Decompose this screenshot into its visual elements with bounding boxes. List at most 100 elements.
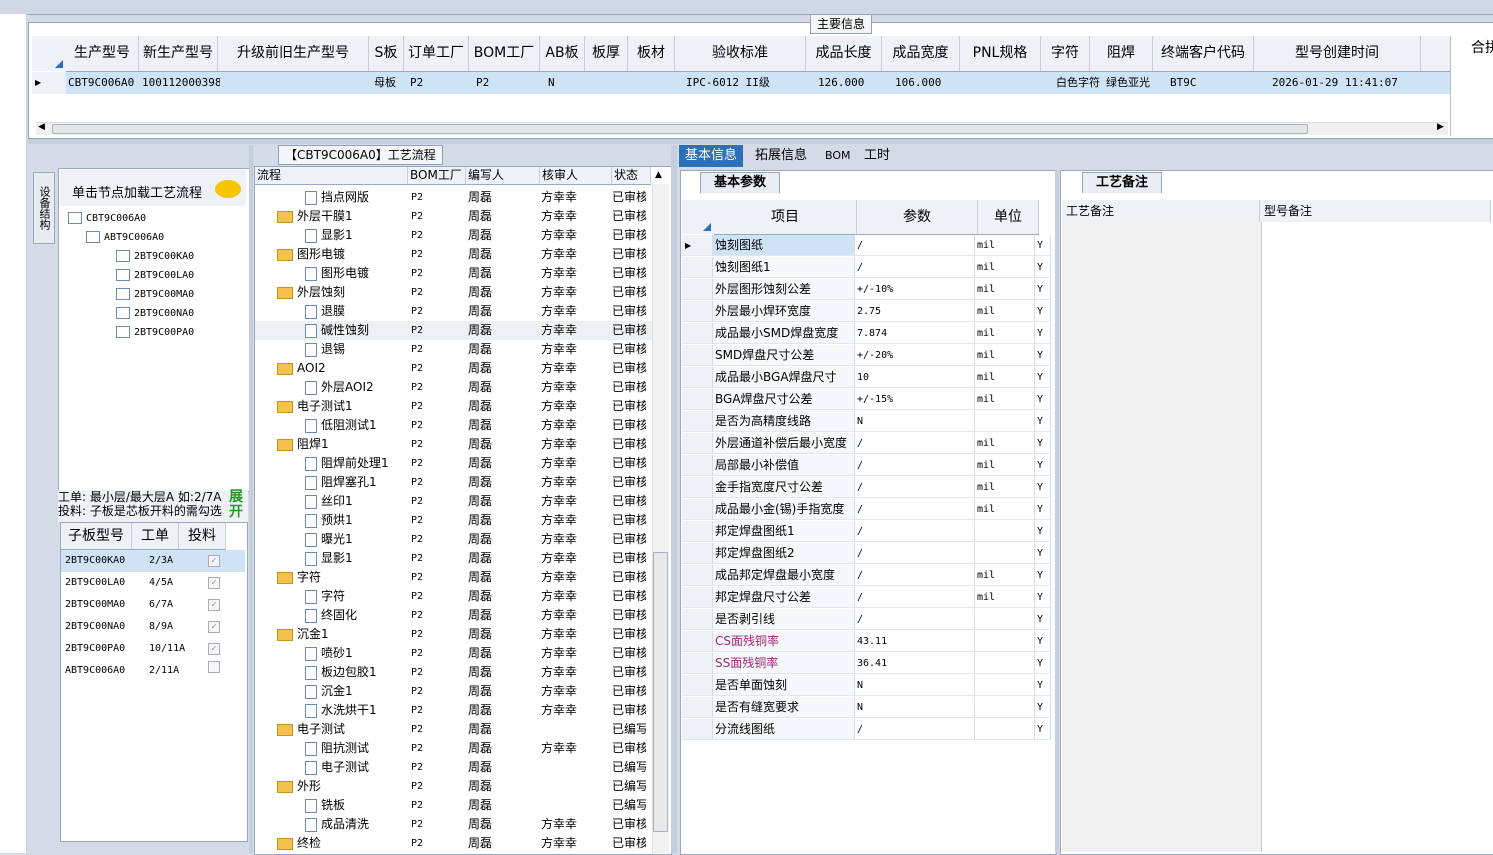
flow-row[interactable]: 曝光1 P2 周磊 方幸幸 已审核 <box>255 530 652 549</box>
param-row[interactable]: 分流线图纸 / Y <box>682 719 1051 741</box>
param-value-cell[interactable]: / <box>855 565 975 586</box>
flow-row[interactable]: 外层AOI2 P2 周磊 方幸幸 已审核 <box>255 378 652 397</box>
flow-row[interactable]: 板边包胶1 P2 周磊 方幸幸 已审核 <box>255 663 652 682</box>
param-value-cell[interactable]: N <box>855 697 975 718</box>
sub-grid-row[interactable]: 2BT9C00KA0 2/3A ✓ <box>61 550 245 572</box>
row-indicator[interactable]: ▶ <box>32 72 69 94</box>
main-cell[interactable]: P2 <box>474 72 546 94</box>
main-col-header[interactable]: 成品宽度 <box>882 36 960 71</box>
main-col-header[interactable]: 字符 <box>1041 36 1090 71</box>
row-indicator[interactable] <box>682 279 713 300</box>
row-indicator[interactable] <box>682 543 713 564</box>
param-value-cell[interactable]: / <box>855 235 975 256</box>
main-col-header[interactable]: 终端客户代码 <box>1153 36 1254 71</box>
param-value-cell[interactable]: N <box>855 411 975 432</box>
param-value-cell[interactable]: / <box>855 455 975 476</box>
sub-check-cell[interactable]: ✓ <box>191 616 237 638</box>
row-indicator[interactable] <box>682 675 713 696</box>
expand-button[interactable]: 展开 <box>228 490 244 522</box>
flow-row[interactable]: 外层干膜1 P2 周磊 方幸幸 已审核 <box>255 207 652 226</box>
flow-row[interactable]: 铣板 P2 周磊 已编写 <box>255 796 652 815</box>
sub-check-cell[interactable]: ✓ <box>191 594 237 616</box>
flow-col-header[interactable]: 核审人 <box>540 167 612 184</box>
row-indicator[interactable] <box>682 411 713 432</box>
remarks-title[interactable]: 工艺备注 <box>1082 172 1162 193</box>
param-row[interactable]: 成品最小金(锡)手指宽度 / mil Y <box>682 499 1051 521</box>
param-row[interactable]: SMD焊盘尺寸公差 +/-20% mil Y <box>682 345 1051 367</box>
flow-row[interactable]: AOI2 P2 周磊 方幸幸 已审核 <box>255 359 652 378</box>
param-value-cell[interactable]: / <box>855 521 975 542</box>
param-value-cell[interactable]: / <box>855 477 975 498</box>
flow-row[interactable]: 退膜 P2 周磊 方幸幸 已审核 <box>255 302 652 321</box>
flow-row[interactable]: 阻抗测试 P2 周磊 方幸幸 已审核 <box>255 739 652 758</box>
flow-row[interactable]: 预烘1 P2 周磊 方幸幸 已审核 <box>255 511 652 530</box>
tab-basic-info[interactable]: 基本信息 <box>679 145 744 167</box>
flow-row[interactable]: 字符 P2 周磊 方幸幸 已审核 <box>255 568 652 587</box>
param-value-cell[interactable]: +/-15% <box>855 389 975 410</box>
flow-row[interactable]: 碱性蚀刻 P2 周磊 方幸幸 已审核 <box>255 321 652 340</box>
main-grid-row[interactable]: CBT9C006A010011200039836母板P2P2NIPC-6012 … <box>66 72 1450 94</box>
main-cell[interactable]: N <box>546 72 592 94</box>
sub-col-header[interactable]: 子板型号 <box>61 523 132 549</box>
flow-row[interactable]: 显影1 P2 周磊 方幸幸 已审核 <box>255 226 652 245</box>
param-value-cell[interactable]: 43.11 <box>855 631 975 652</box>
flow-row[interactable]: 沉金1 P2 周磊 方幸幸 已审核 <box>255 625 652 644</box>
row-indicator[interactable] <box>682 257 713 278</box>
param-row[interactable]: 是否单面蚀刻 N Y <box>682 675 1051 697</box>
row-indicator[interactable] <box>682 631 713 652</box>
main-cell[interactable]: P2 <box>408 72 474 94</box>
sub-grid-row[interactable]: 2BT9C00NA0 8/9A ✓ <box>61 616 245 638</box>
sub-grid-row[interactable]: ABT9C006A0 2/11A <box>61 660 245 682</box>
param-value-cell[interactable]: N <box>855 675 975 696</box>
row-indicator[interactable] <box>682 301 713 322</box>
main-col-header[interactable]: 板厚 <box>585 36 628 71</box>
param-value-cell[interactable]: / <box>855 587 975 608</box>
sub-col-header[interactable]: 投料 <box>179 523 226 549</box>
sub-grid-row[interactable]: 2BT9C00LA0 4/5A ✓ <box>61 572 245 594</box>
main-cell[interactable]: 126.000 <box>816 72 893 94</box>
tree-node-leaf[interactable]: 2BT9C00PA0 <box>116 326 194 338</box>
main-cell[interactable]: BT9C <box>1168 72 1270 94</box>
param-row[interactable]: 金手指宽度尺寸公差 / mil Y <box>682 477 1051 499</box>
flow-row[interactable]: 挡点网版 P2 周磊 方幸幸 已审核 <box>255 188 652 207</box>
param-value-cell[interactable]: / <box>855 609 975 630</box>
param-value-cell[interactable]: / <box>855 719 975 740</box>
row-indicator[interactable] <box>682 345 713 366</box>
flow-row[interactable]: 终检 P2 周磊 方幸幸 已审核 <box>255 834 652 853</box>
scroll-right-icon[interactable]: ▶ <box>1437 122 1444 132</box>
comment-bubble-icon[interactable] <box>215 180 241 198</box>
main-col-header[interactable]: 新生产型号 <box>139 36 218 71</box>
tree-node-child[interactable]: ABT9C006A0 <box>86 231 164 243</box>
left-splitter[interactable] <box>249 145 253 853</box>
sub-check-cell[interactable]: ✓ <box>191 550 237 572</box>
tree-node-leaf[interactable]: 2BT9C00KA0 <box>116 250 194 262</box>
right-splitter[interactable] <box>1055 170 1059 853</box>
param-value-cell[interactable]: / <box>855 257 975 278</box>
flow-col-header[interactable]: 状态 <box>612 167 651 184</box>
flow-row[interactable]: 电子测试 P2 周磊 已编写 <box>255 720 652 739</box>
flow-col-header[interactable]: BOM工厂 <box>408 167 466 184</box>
param-row[interactable]: 成品邦定焊盘最小宽度 / mil Y <box>682 565 1051 587</box>
param-row[interactable]: 成品最小SMD焊盘宽度 7.874 mil Y <box>682 323 1051 345</box>
sub-grid-row[interactable]: 2BT9C00MA0 6/7A ✓ <box>61 594 245 616</box>
main-cell[interactable]: 绿色亚光 <box>1104 72 1168 94</box>
row-indicator[interactable]: ▶ <box>682 235 713 256</box>
param-value-cell[interactable]: 36.41 <box>855 653 975 674</box>
main-hscroll-thumb[interactable] <box>52 124 1308 134</box>
param-row[interactable]: 是否有缝宽要求 N Y <box>682 697 1051 719</box>
main-col-header[interactable]: 生产型号 <box>66 36 139 71</box>
param-row[interactable]: 成品最小BGA焊盘尺寸 10 mil Y <box>682 367 1051 389</box>
flow-scroll-up-icon[interactable]: ▲ <box>655 170 662 180</box>
sub-check-cell[interactable] <box>191 660 237 682</box>
flow-col-header[interactable]: 流程 <box>255 167 408 184</box>
row-indicator[interactable] <box>682 587 713 608</box>
param-value-cell[interactable]: 7.874 <box>855 323 975 344</box>
main-cell[interactable] <box>636 72 684 94</box>
param-col-header[interactable]: 项目 <box>714 200 857 234</box>
tab-bom[interactable]: BOM <box>819 145 857 167</box>
sub-check-cell[interactable]: ✓ <box>191 572 237 594</box>
main-cell[interactable] <box>972 72 1054 94</box>
flow-row[interactable]: 阻焊1 P2 周磊 方幸幸 已审核 <box>255 435 652 454</box>
param-value-cell[interactable]: 10 <box>855 367 975 388</box>
feed-checkbox[interactable]: ✓ <box>208 643 220 655</box>
